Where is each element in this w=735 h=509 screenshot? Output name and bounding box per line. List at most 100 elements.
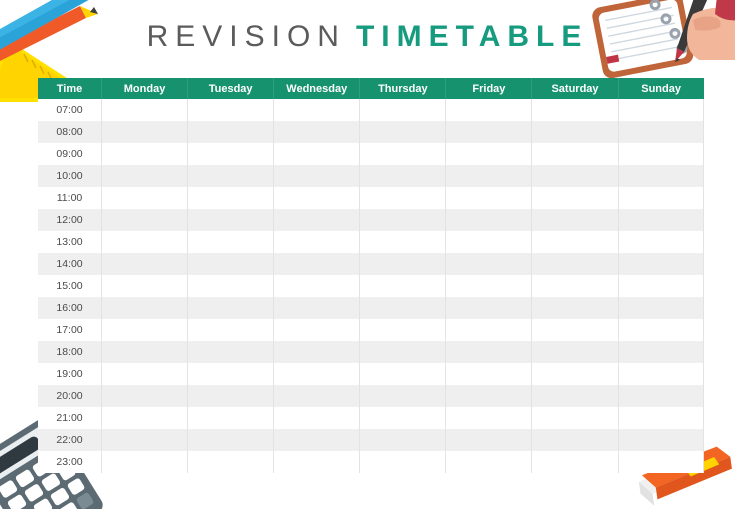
schedule-cell[interactable]: [100, 341, 189, 363]
schedule-cell[interactable]: [187, 231, 275, 253]
schedule-cell[interactable]: [445, 341, 533, 363]
schedule-cell[interactable]: [617, 143, 705, 165]
schedule-cell[interactable]: [359, 231, 447, 253]
schedule-cell[interactable]: [187, 165, 275, 187]
schedule-cell[interactable]: [531, 297, 619, 319]
schedule-cell[interactable]: [359, 253, 447, 275]
schedule-cell[interactable]: [100, 187, 189, 209]
schedule-cell[interactable]: [187, 451, 275, 473]
schedule-cell[interactable]: [531, 231, 619, 253]
schedule-cell[interactable]: [445, 407, 533, 429]
schedule-cell[interactable]: [273, 451, 361, 473]
schedule-cell[interactable]: [359, 165, 447, 187]
schedule-cell[interactable]: [273, 385, 361, 407]
schedule-cell[interactable]: [445, 187, 533, 209]
schedule-cell[interactable]: [617, 121, 705, 143]
schedule-cell[interactable]: [531, 209, 619, 231]
schedule-cell[interactable]: [273, 319, 361, 341]
schedule-cell[interactable]: [187, 297, 275, 319]
schedule-cell[interactable]: [445, 165, 533, 187]
schedule-cell[interactable]: [531, 363, 619, 385]
schedule-cell[interactable]: [445, 275, 533, 297]
schedule-cell[interactable]: [187, 429, 275, 451]
schedule-cell[interactable]: [359, 143, 447, 165]
schedule-cell[interactable]: [273, 297, 361, 319]
schedule-cell[interactable]: [187, 407, 275, 429]
schedule-cell[interactable]: [531, 385, 619, 407]
schedule-cell[interactable]: [445, 385, 533, 407]
schedule-cell[interactable]: [187, 187, 275, 209]
schedule-cell[interactable]: [100, 231, 189, 253]
schedule-cell[interactable]: [617, 231, 705, 253]
schedule-cell[interactable]: [531, 253, 619, 275]
schedule-cell[interactable]: [445, 429, 533, 451]
schedule-cell[interactable]: [617, 363, 705, 385]
schedule-cell[interactable]: [359, 187, 447, 209]
schedule-cell[interactable]: [273, 275, 361, 297]
schedule-cell[interactable]: [445, 231, 533, 253]
schedule-cell[interactable]: [359, 121, 447, 143]
schedule-cell[interactable]: [100, 99, 189, 121]
schedule-cell[interactable]: [617, 187, 705, 209]
schedule-cell[interactable]: [100, 319, 189, 341]
schedule-cell[interactable]: [617, 341, 705, 363]
schedule-cell[interactable]: [100, 253, 189, 275]
schedule-cell[interactable]: [187, 319, 275, 341]
schedule-cell[interactable]: [617, 429, 705, 451]
schedule-cell[interactable]: [100, 209, 189, 231]
schedule-cell[interactable]: [359, 99, 447, 121]
schedule-cell[interactable]: [617, 407, 705, 429]
schedule-cell[interactable]: [531, 187, 619, 209]
schedule-cell[interactable]: [187, 275, 275, 297]
schedule-cell[interactable]: [531, 165, 619, 187]
schedule-cell[interactable]: [273, 407, 361, 429]
schedule-cell[interactable]: [187, 253, 275, 275]
schedule-cell[interactable]: [617, 275, 705, 297]
schedule-cell[interactable]: [187, 363, 275, 385]
schedule-cell[interactable]: [445, 143, 533, 165]
schedule-cell[interactable]: [617, 297, 705, 319]
schedule-cell[interactable]: [531, 451, 619, 473]
schedule-cell[interactable]: [187, 341, 275, 363]
schedule-cell[interactable]: [100, 121, 189, 143]
schedule-cell[interactable]: [359, 407, 447, 429]
schedule-cell[interactable]: [100, 407, 189, 429]
schedule-cell[interactable]: [273, 341, 361, 363]
schedule-cell[interactable]: [359, 209, 447, 231]
schedule-cell[interactable]: [273, 165, 361, 187]
schedule-cell[interactable]: [359, 275, 447, 297]
schedule-cell[interactable]: [445, 297, 533, 319]
schedule-cell[interactable]: [531, 341, 619, 363]
schedule-cell[interactable]: [359, 363, 447, 385]
schedule-cell[interactable]: [617, 319, 705, 341]
schedule-cell[interactable]: [100, 385, 189, 407]
schedule-cell[interactable]: [187, 99, 275, 121]
schedule-cell[interactable]: [100, 363, 189, 385]
schedule-cell[interactable]: [359, 429, 447, 451]
schedule-cell[interactable]: [445, 363, 533, 385]
schedule-cell[interactable]: [445, 253, 533, 275]
schedule-cell[interactable]: [187, 143, 275, 165]
schedule-cell[interactable]: [273, 429, 361, 451]
schedule-cell[interactable]: [531, 319, 619, 341]
schedule-cell[interactable]: [617, 385, 705, 407]
schedule-cell[interactable]: [445, 451, 533, 473]
schedule-cell[interactable]: [100, 451, 189, 473]
schedule-cell[interactable]: [187, 385, 275, 407]
schedule-cell[interactable]: [273, 363, 361, 385]
schedule-cell[interactable]: [273, 143, 361, 165]
schedule-cell[interactable]: [100, 429, 189, 451]
schedule-cell[interactable]: [445, 319, 533, 341]
schedule-cell[interactable]: [531, 121, 619, 143]
schedule-cell[interactable]: [617, 451, 705, 473]
schedule-cell[interactable]: [273, 187, 361, 209]
schedule-cell[interactable]: [445, 209, 533, 231]
schedule-cell[interactable]: [273, 253, 361, 275]
schedule-cell[interactable]: [100, 275, 189, 297]
schedule-cell[interactable]: [445, 121, 533, 143]
schedule-cell[interactable]: [100, 297, 189, 319]
schedule-cell[interactable]: [273, 99, 361, 121]
schedule-cell[interactable]: [359, 385, 447, 407]
schedule-cell[interactable]: [617, 99, 705, 121]
schedule-cell[interactable]: [531, 275, 619, 297]
